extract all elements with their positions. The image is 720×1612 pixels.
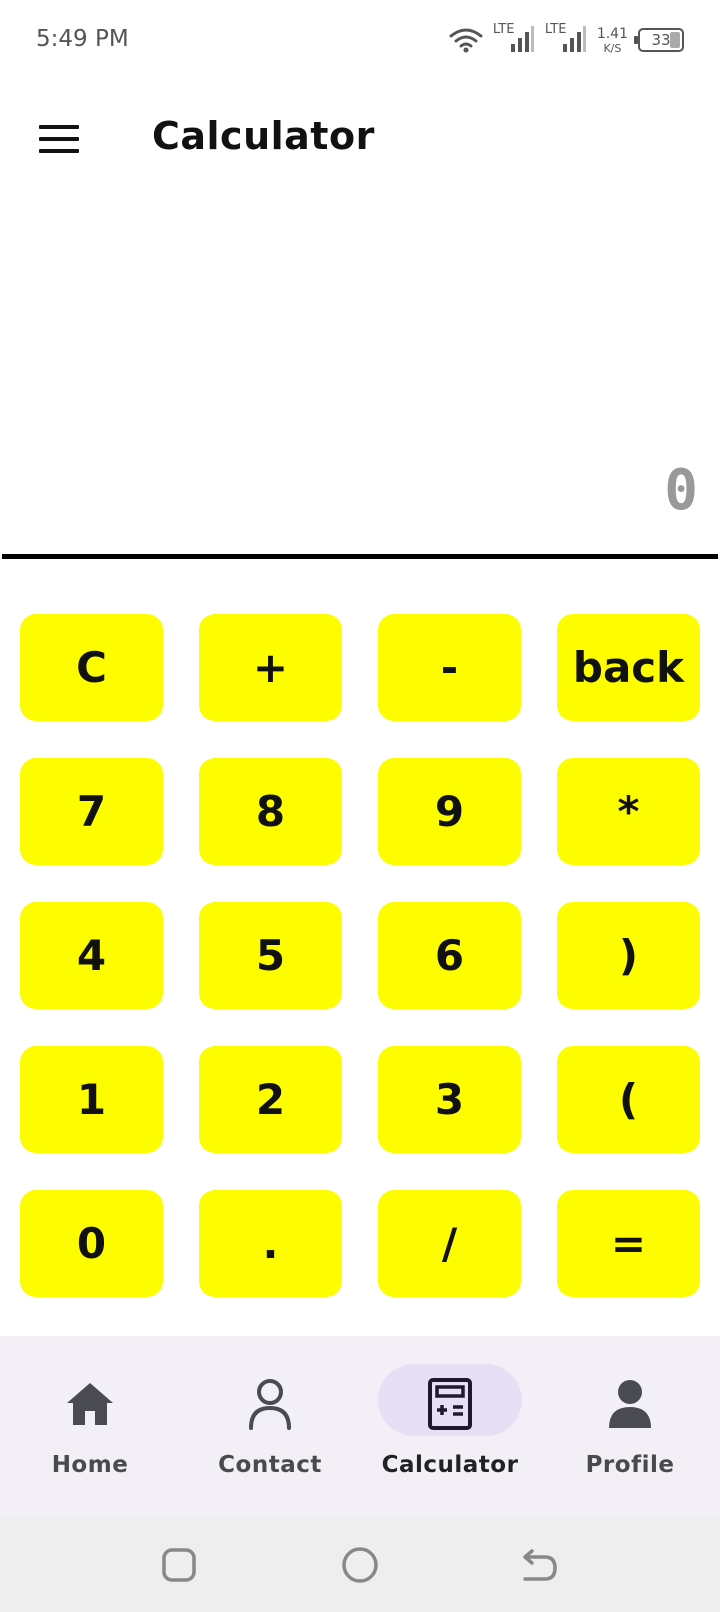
page-title: Calculator	[152, 114, 375, 158]
key-backspace[interactable]: back	[557, 614, 700, 721]
nav-item-calculator[interactable]: Calculator	[360, 1336, 540, 1518]
display-divider	[2, 554, 718, 559]
key-digit-4[interactable]: 4	[20, 902, 163, 1009]
calculator-icon	[422, 1376, 478, 1432]
battery-level: 33	[651, 31, 671, 49]
battery-icon: 33	[634, 28, 684, 52]
status-time: 5:49 PM	[36, 26, 129, 52]
key-divide[interactable]: /	[378, 1190, 521, 1297]
keypad: C + - back 7 8 9 * 4 5 6) 1 2 3 (0. / =	[20, 614, 700, 1297]
key-digit-0[interactable]: 0	[20, 1190, 163, 1297]
nav-item-home[interactable]: Home	[0, 1336, 180, 1518]
lte-label: LTE	[544, 22, 567, 37]
key-digit-9[interactable]: 9	[378, 758, 521, 865]
battery-fill	[670, 32, 680, 48]
wifi-icon	[449, 27, 483, 53]
network-speed: 1.41 K/S	[597, 27, 628, 54]
key-close-paren[interactable]: )	[557, 902, 700, 1009]
nav-label-contact: Contact	[218, 1452, 322, 1478]
signal-1: LTE	[493, 22, 535, 54]
nav-label-home: Home	[51, 1452, 129, 1478]
nav-item-contact[interactable]: Contact	[180, 1336, 360, 1518]
display-value: 0	[664, 458, 698, 523]
system-navigation-bar	[0, 1518, 720, 1612]
signal-2: LTE	[545, 22, 587, 54]
home-circle-icon[interactable]	[339, 1544, 381, 1586]
app-bar: Calculator	[0, 84, 720, 196]
hamburger-menu-icon[interactable]	[28, 108, 90, 170]
key-digit-3[interactable]: 3	[378, 1046, 521, 1153]
key-digit-7[interactable]: 7	[20, 758, 163, 865]
key-digit-5[interactable]: 5	[199, 902, 342, 1009]
back-icon[interactable]	[518, 1544, 560, 1586]
bottom-navigation: Home Contact Calculator Profile	[0, 1336, 720, 1518]
home-icon	[62, 1376, 118, 1432]
key-multiply[interactable]: *	[557, 758, 700, 865]
status-icons: LTE LTE 1.41 K/S 33	[449, 22, 684, 56]
key-plus[interactable]: +	[199, 614, 342, 721]
speed-unit: K/S	[603, 41, 622, 55]
key-clear[interactable]: C	[20, 614, 163, 721]
key-equals[interactable]: =	[557, 1190, 700, 1297]
speed-value: 1.41	[596, 25, 628, 42]
lte-label: LTE	[492, 22, 515, 37]
nav-label-calculator: Calculator	[381, 1452, 519, 1478]
key-digit-2[interactable]: 2	[199, 1046, 342, 1153]
key-open-paren[interactable]: (	[557, 1046, 700, 1153]
person-filled-icon	[602, 1376, 658, 1432]
key-digit-6[interactable]: 6	[378, 902, 521, 1009]
key-minus[interactable]: -	[378, 614, 521, 721]
nav-label-profile: Profile	[585, 1452, 675, 1478]
key-digit-8[interactable]: 8	[199, 758, 342, 865]
nav-item-profile[interactable]: Profile	[540, 1336, 720, 1518]
recent-apps-icon[interactable]	[158, 1544, 200, 1586]
calculator-display: 0	[0, 196, 720, 554]
key-decimal[interactable]: .	[199, 1190, 342, 1297]
status-bar: 5:49 PM LTE LTE 1.41 K/S 33	[0, 0, 720, 84]
person-outline-icon	[242, 1376, 298, 1432]
key-digit-1[interactable]: 1	[20, 1046, 163, 1153]
